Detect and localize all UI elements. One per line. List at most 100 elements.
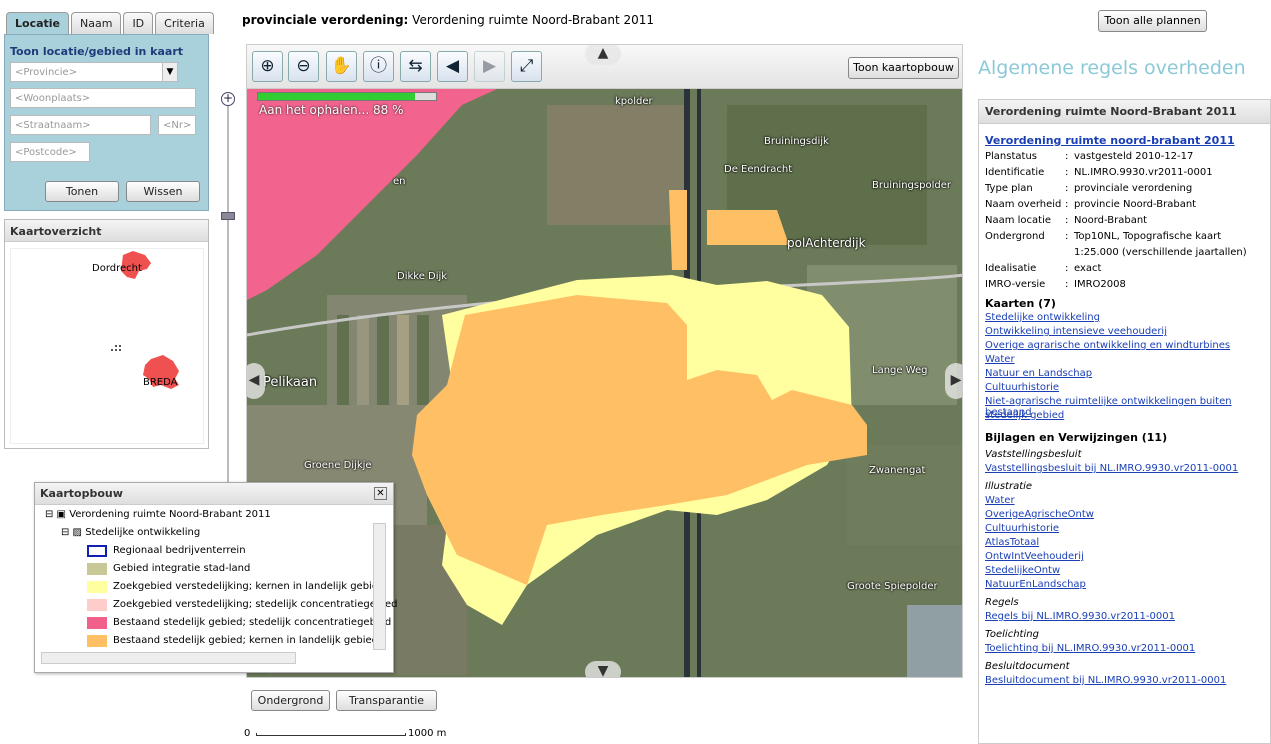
map-link[interactable]: Stedelijke ontwikkeling xyxy=(985,312,1100,323)
tab-criteria[interactable]: Criteria xyxy=(155,12,214,34)
attachment-group-label: Toelichting xyxy=(985,629,1039,640)
legend-swatch xyxy=(87,635,107,647)
map-link[interactable]: stedelijk gebied xyxy=(985,410,1064,421)
plan-info-title: Verordening ruimte Noord-Brabant 2011 xyxy=(979,100,1270,124)
property-value: NL.IMRO.9930.vr2011-0001 xyxy=(1074,167,1213,178)
property-key: Idealisatie xyxy=(985,263,1037,274)
attachment-group-label: Illustratie xyxy=(985,481,1033,492)
attachment-link[interactable]: OntwIntVeehouderij xyxy=(985,551,1084,562)
legend-group[interactable]: ⊟ ▨ Stedelijke ontwikkeling xyxy=(61,525,200,541)
map-link[interactable]: Overige agrarische ontwikkeling en windt… xyxy=(985,340,1230,351)
property-key: Naam overheid xyxy=(985,199,1062,210)
measure-icon[interactable]: ⇆ xyxy=(400,51,431,82)
chevron-down-icon[interactable]: ▼ xyxy=(162,63,177,81)
pan-hand-icon[interactable]: ✋ xyxy=(326,51,357,82)
attachment-link[interactable]: Toelichting bij NL.IMRO.9930.vr2011-0001 xyxy=(985,643,1195,654)
previous-extent-icon[interactable]: ◀ xyxy=(437,51,468,82)
basemap-button[interactable]: Ondergrond xyxy=(251,690,330,711)
attachment-group-label: Vaststellingsbesluit xyxy=(985,449,1082,460)
show-all-plans-button[interactable]: Toon alle plannen xyxy=(1098,10,1207,32)
map-label: Bruiningspolder xyxy=(872,180,951,191)
overview-label-breda: BREDA xyxy=(143,377,178,388)
clear-button[interactable]: Wissen xyxy=(126,181,200,202)
next-extent-icon[interactable]: ▶ xyxy=(474,51,505,82)
legend-item-label: Bestaand stedelijk gebied; kernen in lan… xyxy=(113,635,379,646)
plan-property: Idealisatie: exact xyxy=(985,262,1101,276)
tab-locatie[interactable]: Locatie xyxy=(6,12,69,35)
property-value: Top10NL, Topografische kaart xyxy=(1074,231,1222,242)
plan-property: IMRO-versie: IMRO2008 xyxy=(985,278,1126,292)
attachment-link[interactable]: StedelijkeOntw xyxy=(985,565,1060,576)
plan-property: Identificatie: NL.IMRO.9930.vr2011-0001 xyxy=(985,166,1213,180)
attachment-link[interactable]: Vaststellingsbesluit bij NL.IMRO.9930.vr… xyxy=(985,463,1238,474)
legend-vertical-scrollbar[interactable] xyxy=(373,523,386,650)
plan-property: Naam locatie: Noord-Brabant xyxy=(985,214,1147,228)
property-value: 1:25.000 (verschillende jaartallen) xyxy=(1074,247,1247,258)
attachment-link[interactable]: Cultuurhistorie xyxy=(985,523,1059,534)
attachment-link[interactable]: Regels bij NL.IMRO.9930.vr2011-0001 xyxy=(985,611,1175,622)
legend-item-label: Zoekgebied verstedelijking; stedelijk co… xyxy=(113,599,398,610)
property-value: IMRO2008 xyxy=(1074,279,1126,290)
huisnummer-input[interactable]: <Nr> xyxy=(158,115,196,135)
property-colon: : xyxy=(1065,263,1069,274)
map-link[interactable]: Cultuurhistorie xyxy=(985,382,1059,393)
tab-id[interactable]: ID xyxy=(123,12,154,34)
plan-link[interactable]: Verordening ruimte noord-brabant 2011 xyxy=(985,134,1235,147)
attachment-group-label: Regels xyxy=(985,597,1019,608)
map-link[interactable]: Water xyxy=(985,354,1015,365)
transparency-button[interactable]: Transparantie xyxy=(336,690,437,711)
straatnaam-input[interactable]: <Straatnaam> xyxy=(10,115,151,135)
legend-horizontal-scrollbar[interactable] xyxy=(41,652,296,664)
map-label: kpolder xyxy=(615,96,653,107)
map-link[interactable]: Ontwikkeling intensieve veehouderij xyxy=(985,326,1167,337)
map-label: Zwanengat xyxy=(869,465,926,476)
search-tabs: Locatie Naam ID Criteria xyxy=(6,12,214,35)
property-key: IMRO-versie xyxy=(985,279,1046,290)
close-icon[interactable]: ✕ xyxy=(374,487,387,500)
plan-property: Ondergrond: Top10NL, Topografische kaart xyxy=(985,230,1221,244)
pan-down-icon[interactable]: ▼ xyxy=(585,661,621,677)
attachment-link[interactable]: Besluitdocument bij NL.IMRO.9930.vr2011-… xyxy=(985,675,1226,686)
zoom-out-tool-icon[interactable]: ⊖ xyxy=(288,51,319,82)
postcode-input[interactable]: <Postcode> xyxy=(10,142,90,162)
legend-swatch xyxy=(87,599,107,611)
map-label: Lange Weg xyxy=(872,365,928,376)
legend-item-label: Gebied integratie stad-land xyxy=(113,563,251,574)
legend-item-label: Zoekgebied verstedelijking; kernen in la… xyxy=(113,581,385,592)
pan-up-icon[interactable]: ▲ xyxy=(585,45,621,65)
tab-naam[interactable]: Naam xyxy=(71,12,122,34)
show-button[interactable]: Tonen xyxy=(45,181,119,202)
zoom-slider-handle[interactable] xyxy=(221,212,235,220)
attachment-link[interactable]: AtlasTotaal xyxy=(985,537,1039,548)
overview-map[interactable]: Dordrecht BREDA xyxy=(10,248,204,444)
map-label: Bruiningsdijk xyxy=(764,136,829,147)
scale-zero: 0 xyxy=(244,728,251,739)
attachment-link[interactable]: OverigeAgrischeOntw xyxy=(985,509,1094,520)
attachment-link[interactable]: Water xyxy=(985,495,1015,506)
zoom-in-tool-icon[interactable]: ⊕ xyxy=(252,51,283,82)
map-link[interactable]: Natuur en Landschap xyxy=(985,368,1092,379)
legend-item: Zoekgebied verstedelijking; kernen in la… xyxy=(87,579,384,595)
plan-name: Verordening ruimte Noord-Brabant 2011 xyxy=(412,13,655,27)
layer-legend-panel: Kaartopbouw ✕ ⊟ ▣ Verordening ruimte Noo… xyxy=(34,482,398,673)
search-title: Toon locatie/gebied in kaart xyxy=(10,45,184,58)
property-key: Identificatie xyxy=(985,167,1045,178)
scale-bar: 0 1000 m xyxy=(244,728,446,739)
zoom-in-icon[interactable]: + xyxy=(221,92,235,106)
plan-title: provinciale verordening: Verordening rui… xyxy=(242,13,654,27)
pan-left-icon[interactable]: ◀ xyxy=(247,363,265,399)
map-label: Dikke Dijk xyxy=(397,271,448,282)
attachment-link[interactable]: NatuurEnLandschap xyxy=(985,579,1086,590)
legend-plan[interactable]: ⊟ ▣ Verordening ruimte Noord-Brabant 201… xyxy=(45,507,271,523)
full-extent-icon[interactable]: ⤢ xyxy=(511,51,542,82)
map-label: Groene Dijkje xyxy=(304,460,372,471)
provincie-select[interactable]: <Provincie> xyxy=(10,62,178,82)
attachments-title: Bijlagen en Verwijzingen (11) xyxy=(985,431,1168,444)
woonplaats-input[interactable]: <Woonplaats> xyxy=(10,88,196,108)
legend-item-label: Bestaand stedelijk gebied; stedelijk con… xyxy=(113,617,392,628)
property-colon: : xyxy=(1065,199,1069,210)
show-layers-button[interactable]: Toon kaartopbouw xyxy=(848,57,959,79)
info-icon[interactable]: ⓘ xyxy=(363,51,394,82)
property-value: provinciale verordening xyxy=(1074,183,1193,194)
pan-right-icon[interactable]: ▶ xyxy=(945,363,962,399)
